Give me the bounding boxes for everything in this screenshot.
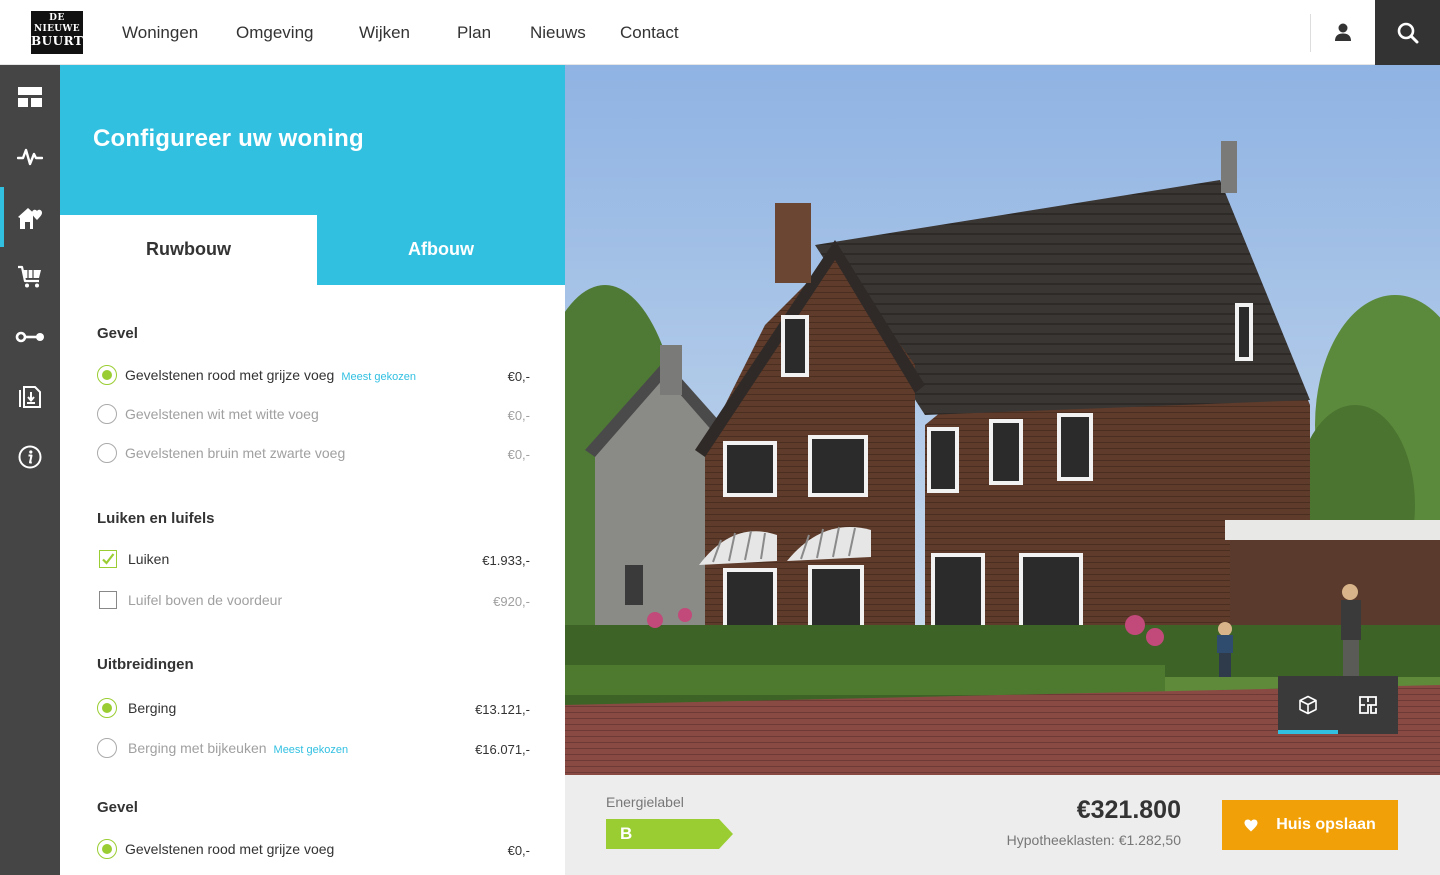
nav-woningen[interactable]: Woningen xyxy=(122,0,198,65)
most-chosen-badge: Meest gekozen xyxy=(273,744,349,756)
sidebar-item-activity[interactable] xyxy=(0,127,60,187)
save-house-button[interactable]: Huis opslaan xyxy=(1222,800,1398,850)
option-gevel-rood[interactable]: Gevelstenen rood met grijze voeg Meest ge… xyxy=(97,363,530,387)
view-toggle xyxy=(1278,676,1398,734)
energy-label-badge: B xyxy=(606,819,734,854)
section-title-uitbreidingen: Uitbreidingen xyxy=(97,656,194,673)
sidebar xyxy=(0,65,60,875)
option-price: €1.933,- xyxy=(482,553,530,568)
logo-line-3: BUURT xyxy=(31,34,84,48)
brand-logo[interactable]: DE NIEUWE BUURT xyxy=(31,11,83,54)
option-label: Berging met bijkeuken Meest gekozen xyxy=(128,740,349,756)
sidebar-item-info[interactable] xyxy=(0,427,60,487)
sidebar-item-cart[interactable] xyxy=(0,247,60,307)
layout-icon xyxy=(18,87,42,107)
section-title-gevel: Gevel xyxy=(97,325,138,342)
search-button[interactable] xyxy=(1375,0,1440,65)
page-title: Configureer uw woning xyxy=(93,125,364,152)
mortgage-costs: Hypotheeklasten: €1.282,50 xyxy=(1006,832,1181,848)
floorplan-icon xyxy=(1359,696,1377,714)
option-price: €0,- xyxy=(507,369,530,384)
info-icon xyxy=(18,445,42,469)
section-title-gevel-2: Gevel xyxy=(97,799,138,816)
checkbox-unchecked[interactable] xyxy=(99,591,117,609)
checkbox-checked[interactable] xyxy=(99,550,117,568)
radio-unselected[interactable] xyxy=(97,404,117,424)
option-label: Luifel boven de voordeur xyxy=(128,592,283,608)
search-icon xyxy=(1397,22,1418,43)
heart-icon xyxy=(1244,819,1258,831)
radio-unselected[interactable] xyxy=(97,443,117,463)
option-label: Luiken xyxy=(128,551,170,567)
option-price: €0,- xyxy=(507,408,530,423)
radio-selected[interactable] xyxy=(97,839,117,859)
tab-ruwbouw[interactable]: Ruwbouw xyxy=(60,215,317,285)
cart-icon xyxy=(18,265,41,288)
house-illustration xyxy=(565,65,1440,775)
logo-line-2: NIEUWE xyxy=(34,24,80,34)
option-luifel[interactable]: Luifel boven de voordeur €920,- xyxy=(97,588,530,612)
logo-line-1: DE xyxy=(49,13,65,23)
configurator-header: Configureer uw woning xyxy=(60,65,565,215)
option-price: €16.071,- xyxy=(475,742,530,757)
option-gevel-rood-2[interactable]: Gevelstenen rood met grijze voeg €0,- xyxy=(97,837,530,861)
total-price: €321.800 xyxy=(1076,796,1181,824)
energy-label-value: B xyxy=(620,824,633,843)
most-chosen-badge: Meest gekozen xyxy=(341,371,416,383)
top-navigation: DE NIEUWE BUURT Woningen Omgeving Wijken… xyxy=(0,0,1440,65)
sidebar-item-documents[interactable] xyxy=(0,367,60,427)
checkmark-icon xyxy=(102,553,115,565)
nav-wijken[interactable]: Wijken xyxy=(359,0,410,65)
option-berging[interactable]: Berging €13.121,- xyxy=(97,696,530,720)
option-berging-bijkeuken[interactable]: Berging met bijkeuken Meest gekozen €16.0… xyxy=(97,736,530,760)
option-label: Gevelstenen bruin met zwarte voeg xyxy=(125,445,346,461)
option-gevel-wit[interactable]: Gevelstenen wit met witte voeg €0,- xyxy=(97,402,530,426)
sidebar-item-configure[interactable] xyxy=(0,187,60,247)
nav-nieuws[interactable]: Nieuws xyxy=(530,0,586,65)
option-gevel-bruin[interactable]: Gevelstenen bruin met zwarte voeg €0,- xyxy=(97,441,530,465)
option-price: €13.121,- xyxy=(475,702,530,717)
option-price: €0,- xyxy=(507,843,530,858)
tab-afbouw[interactable]: Afbouw xyxy=(317,215,565,285)
nav-plan[interactable]: Plan xyxy=(457,0,491,65)
account-button[interactable] xyxy=(1311,0,1375,65)
energy-label-title: Energielabel xyxy=(606,794,684,810)
key-icon xyxy=(15,331,44,343)
view-3d-button[interactable] xyxy=(1278,676,1338,734)
option-label: Gevelstenen rood met grijze voeg Meest ge… xyxy=(125,367,416,383)
radio-unselected[interactable] xyxy=(97,738,117,758)
activity-icon xyxy=(17,148,43,166)
nav-contact[interactable]: Contact xyxy=(620,0,679,65)
view-floorplan-button[interactable] xyxy=(1338,676,1398,734)
home-heart-icon xyxy=(18,208,42,229)
3d-cube-icon xyxy=(1299,695,1317,715)
option-price: €920,- xyxy=(493,594,530,609)
option-label: Gevelstenen rood met grijze voeg xyxy=(125,841,335,857)
configurator-panel: Configureer uw woning Ruwbouw Afbouw Gev… xyxy=(60,65,565,875)
option-label: Berging xyxy=(128,700,177,716)
save-house-label: Huis opslaan xyxy=(1276,816,1376,833)
option-label: Gevelstenen wit met witte voeg xyxy=(125,406,319,422)
nav-omgeving[interactable]: Omgeving xyxy=(236,0,313,65)
option-luiken[interactable]: Luiken €1.933,- xyxy=(97,547,530,571)
option-price: €0,- xyxy=(507,447,530,462)
document-download-icon xyxy=(19,386,41,408)
user-icon xyxy=(1335,23,1351,41)
sidebar-item-overview[interactable] xyxy=(0,67,60,127)
house-render xyxy=(565,65,1440,775)
section-title-luiken: Luiken en luifels xyxy=(97,510,215,527)
radio-selected[interactable] xyxy=(97,365,117,385)
radio-selected[interactable] xyxy=(97,698,117,718)
sidebar-item-keys[interactable] xyxy=(0,307,60,367)
summary-bar: Energielabel B €321.800 Hypotheeklasten:… xyxy=(565,775,1440,875)
